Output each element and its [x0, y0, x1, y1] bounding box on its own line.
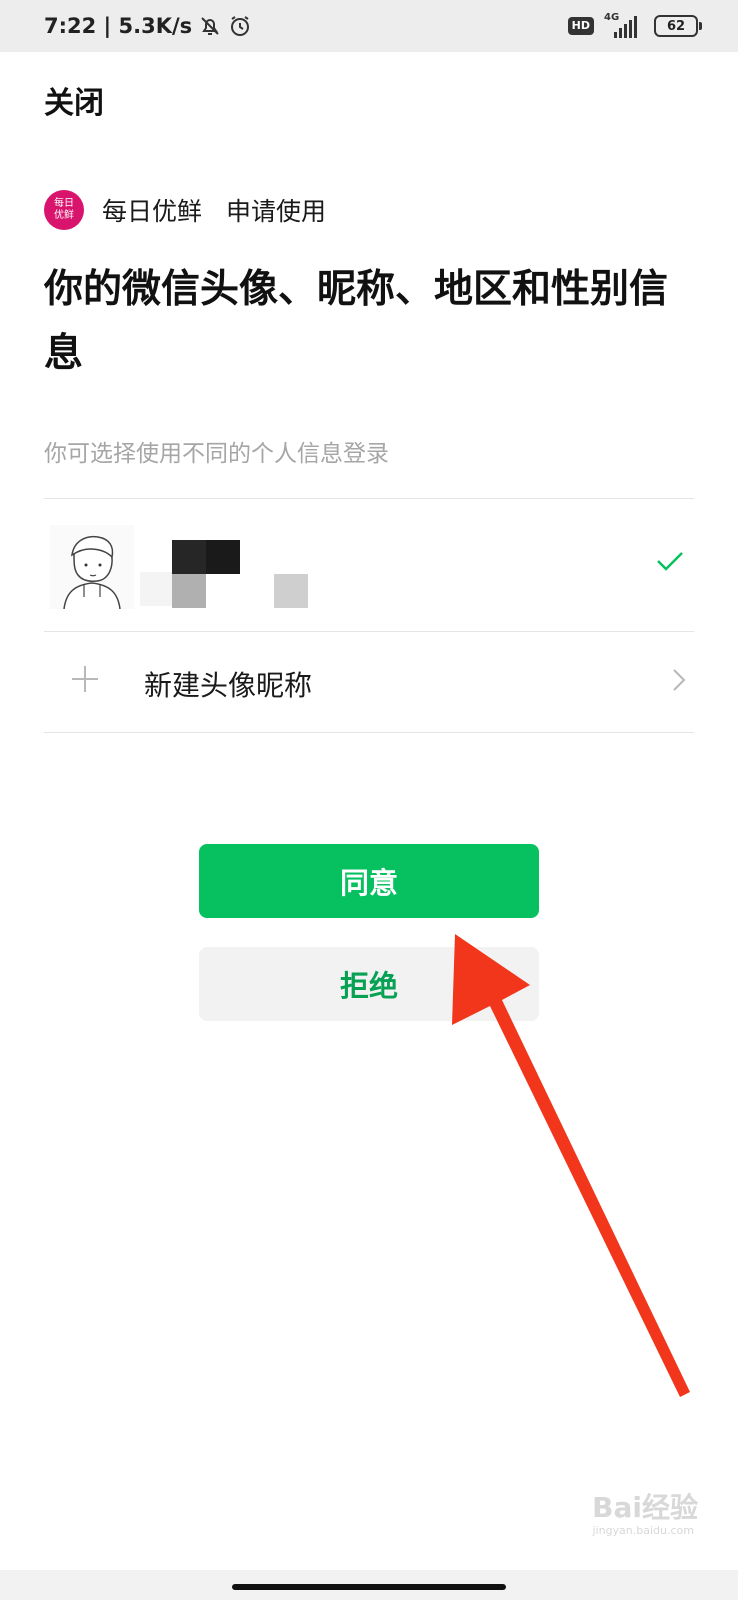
status-time-speed: 7:22 | 5.3K/s [44, 14, 193, 38]
check-icon [656, 550, 684, 576]
mosaic-block [172, 540, 206, 574]
mute-bell-icon [198, 14, 222, 38]
annotation-arrow-icon [452, 934, 690, 1397]
app-logo-line2: 优鲜 [54, 210, 74, 221]
permission-title: 你的微信头像、昵称、地区和性别信息 [44, 267, 669, 376]
plus-icon [72, 666, 98, 692]
app-info-row: 每日 优鲜 每日优鲜 申请使用 [44, 190, 326, 230]
close-button[interactable]: 关闭 [44, 78, 104, 122]
status-right: HD 4G 62 [567, 12, 702, 40]
battery-level: 62 [666, 18, 686, 34]
divider [44, 498, 694, 499]
app-logo-line1: 每日 [54, 198, 74, 209]
mosaic-block [274, 574, 308, 608]
new-avatar-label: 新建头像昵称 [144, 669, 313, 702]
hint-text: 你可选择使用不同的个人信息登录 [44, 441, 389, 467]
signal-icon: 4G [604, 12, 644, 40]
agree-button[interactable]: 同意 [199, 844, 539, 918]
battery-icon: 62 [654, 15, 702, 37]
watermark-logo: Bai经验 [592, 1491, 698, 1524]
watermark-sub: jingyan.baidu.com [592, 1524, 694, 1537]
status-bar: 7:22 | 5.3K/s HD 4G 62 [0, 0, 738, 52]
status-left: 7:22 | 5.3K/s [44, 14, 252, 38]
hd-icon: HD [567, 17, 594, 35]
mosaic-block [206, 540, 240, 574]
mosaic-block [172, 574, 206, 608]
divider [44, 732, 694, 733]
app-request-text: 申请使用 [226, 197, 327, 226]
app-logo: 每日 优鲜 [44, 190, 84, 230]
reject-button[interactable]: 拒绝 [199, 947, 539, 1021]
chevron-right-icon [672, 668, 686, 696]
alarm-icon [228, 14, 252, 38]
profile-option-current[interactable] [44, 500, 694, 630]
new-avatar-nickname-option[interactable]: 新建头像昵称 [44, 632, 694, 732]
home-indicator[interactable] [232, 1584, 506, 1590]
app-name: 每日优鲜 [102, 197, 203, 226]
avatar [50, 525, 134, 610]
